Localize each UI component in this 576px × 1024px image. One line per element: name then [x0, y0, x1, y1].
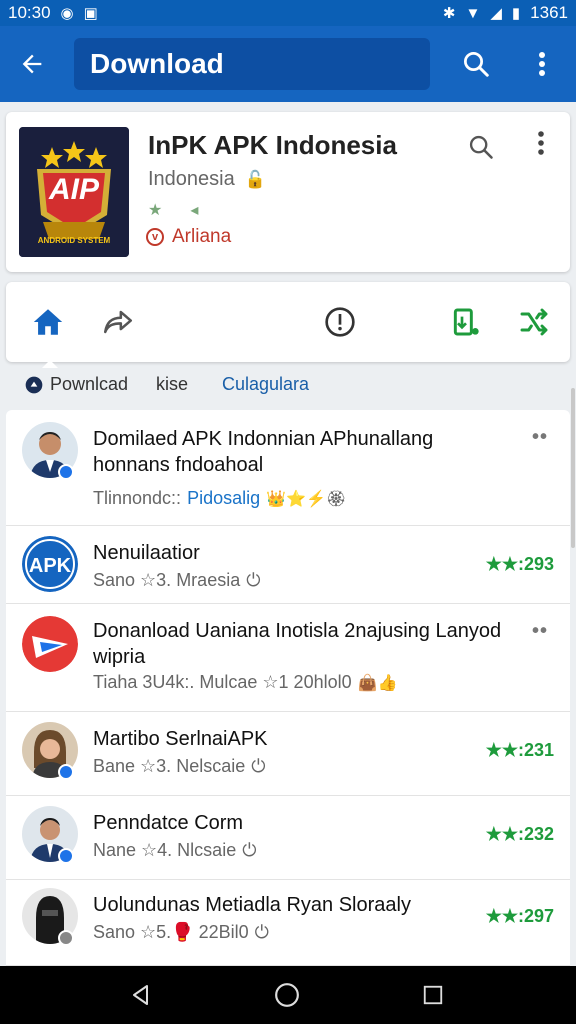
- list-item[interactable]: Martibo SerlnaiAPK Bane ☆3. Nelscaie ⏻ ★…: [6, 712, 570, 796]
- list-item-title: Martibo SerlnaiAPK: [93, 728, 268, 750]
- system-nav-bar: [0, 966, 576, 1024]
- list-item-title: Nenuilaatior: [93, 542, 200, 564]
- lock-icon: 🔓: [244, 169, 266, 189]
- list-item-meta-text: Tiaha 3U4k:. Mulcae ☆1 20hlol0: [93, 672, 352, 692]
- status-time: 10:30: [8, 3, 51, 22]
- search-icon[interactable]: [464, 130, 498, 164]
- app-rating-stars: ★◂: [148, 202, 227, 219]
- battery-level: 1361: [530, 3, 568, 22]
- camera-icon: ◉: [60, 4, 74, 22]
- tab-label: Pownlcad: [50, 374, 129, 394]
- info-icon[interactable]: [320, 302, 360, 342]
- nav-recents-icon[interactable]: [418, 980, 448, 1010]
- list-item[interactable]: Penndatce Corm Nane ☆4. Nlcsaie ⏻ ★★:232: [6, 796, 570, 880]
- app-logo-caption: ANDROID SYSTEM: [37, 236, 111, 245]
- list-item-meta-text: Nane ☆4. Nlcsaie: [93, 840, 237, 860]
- verified-badge-icon: [58, 764, 74, 780]
- more-vert-icon[interactable]: [522, 44, 562, 84]
- verified-badge-icon: [58, 464, 74, 480]
- nav-home-icon[interactable]: [272, 980, 302, 1010]
- list-item-meta-text: Sano ☆5.🥊 22Bil0: [93, 922, 249, 942]
- app-region: Indonesia: [148, 168, 235, 190]
- home-icon[interactable]: [28, 302, 68, 342]
- list-item-meta: Sano ☆5.🥊 22Bil0 ⏻: [93, 922, 269, 943]
- back-arrow-icon[interactable]: [12, 44, 52, 84]
- list-item-meta: Tiaha 3U4k:. Mulcae ☆1 20hlol0 👜👍: [93, 672, 397, 693]
- more-horiz-icon[interactable]: ••: [532, 426, 548, 449]
- bluetooth-icon: ✱: [442, 4, 456, 22]
- toolbar-title-box[interactable]: Download: [74, 38, 430, 90]
- list-item-meta: Sano ☆3. Mraesia ⏻: [93, 570, 260, 591]
- status-bar: 10:30 ◉ ▣ ✱ ▼ ◢ ▮ 1361: [0, 0, 576, 26]
- scrollbar[interactable]: [571, 388, 575, 548]
- app-logo-text: AIP: [48, 173, 99, 206]
- list-item[interactable]: Donanload Uaniana Inotisla 2najusing Lan…: [6, 604, 570, 712]
- search-icon[interactable]: [456, 44, 496, 84]
- list-item-meta-link[interactable]: Pidosalig: [187, 488, 260, 509]
- download-tab-icon: [24, 375, 44, 395]
- list-item[interactable]: Uolundunas Metiadla Ryan Sloraaly Sano ☆…: [6, 880, 570, 966]
- share-icon[interactable]: [98, 302, 138, 342]
- emoji-icons: 👜👍: [357, 674, 398, 692]
- rating-badge: ★★:231: [485, 740, 554, 760]
- developer-badge-icon: v: [146, 228, 164, 246]
- battery-icon: ▮: [511, 4, 521, 22]
- more-horiz-icon[interactable]: ••: [532, 620, 548, 643]
- list-item-title: Donanload Uaniana Inotisla 2najusing Lan…: [93, 620, 502, 668]
- tab-label: kise: [156, 374, 189, 394]
- list-item-meta-text: Bane ☆3. Nelscaie: [93, 756, 246, 776]
- list-item-meta-text: Sano ☆3. Mraesia: [93, 570, 241, 590]
- emoji-icons: 👑⭐⚡🏵: [266, 490, 347, 508]
- app-header-card: AIP ANDROID SYSTEM InPK APK Indonesia In…: [6, 112, 570, 272]
- app-toolbar: Download: [0, 26, 576, 102]
- power-icon: ⏻: [254, 922, 269, 942]
- wifi-icon: ▼: [465, 4, 481, 22]
- verified-badge-icon: [58, 848, 74, 864]
- list-item[interactable]: APK Nenuilaatior Sano ☆3. Mraesia ⏻ ★★:2…: [6, 526, 570, 604]
- shuffle-icon[interactable]: [514, 302, 554, 342]
- power-icon: ⏻: [251, 756, 266, 776]
- avatar: APK: [22, 536, 78, 592]
- list-item-meta: Tlinnondc:: Pidosalig 👑⭐⚡🏵: [93, 488, 346, 509]
- list-item-meta: Nane ☆4. Nlcsaie ⏻: [93, 840, 256, 861]
- status-badge-icon: [58, 930, 74, 946]
- action-bar: [6, 282, 570, 362]
- list-item-title: Uolundunas Metiadla Ryan Sloraaly: [93, 894, 411, 916]
- app-developer-row[interactable]: v Arliana: [146, 226, 231, 248]
- power-icon: ⏻: [246, 570, 261, 590]
- app-list: Domilaed APK Indonnian APhunallang honna…: [6, 410, 570, 966]
- photo-icon: ▣: [83, 4, 98, 22]
- list-item-title: Domilaed APK Indonnian APhunallang honna…: [93, 428, 434, 476]
- list-item-title: Penndatce Corm: [93, 812, 244, 834]
- category-tabs: Pownlcad kise Culagulara: [0, 360, 576, 404]
- power-icon: ⏻: [242, 840, 257, 860]
- app-logo: AIP ANDROID SYSTEM: [19, 127, 129, 257]
- list-item[interactable]: Domilaed APK Indonnian APhunallang honna…: [6, 410, 570, 526]
- tab-download[interactable]: Pownlcad: [24, 374, 128, 395]
- rating-badge: ★★:293: [485, 554, 554, 574]
- app-developer: Arliana: [172, 226, 232, 247]
- tab-label: Culagulara: [222, 374, 310, 394]
- install-icon[interactable]: [446, 302, 486, 342]
- nav-back-icon[interactable]: [126, 980, 156, 1010]
- rating-badge: ★★:297: [485, 906, 554, 926]
- list-item-meta: Bane ☆3. Nelscaie ⏻: [93, 756, 265, 777]
- toolbar-title: Download: [90, 48, 224, 79]
- svg-text:APK: APK: [29, 555, 72, 577]
- app-name: InPK APK Indonesia: [148, 130, 397, 160]
- signal-icon: ◢: [490, 4, 502, 22]
- more-vert-icon[interactable]: [526, 130, 556, 164]
- list-item-meta-text: Tlinnondc::: [93, 488, 182, 508]
- tab-caret: [42, 360, 58, 368]
- rating-badge: ★★:232: [485, 824, 554, 844]
- tab-categories[interactable]: Culagulara: [222, 374, 309, 395]
- avatar: [22, 616, 78, 672]
- app-region-row: Indonesia 🔓: [148, 168, 266, 191]
- tab-kise[interactable]: kise: [156, 374, 188, 395]
